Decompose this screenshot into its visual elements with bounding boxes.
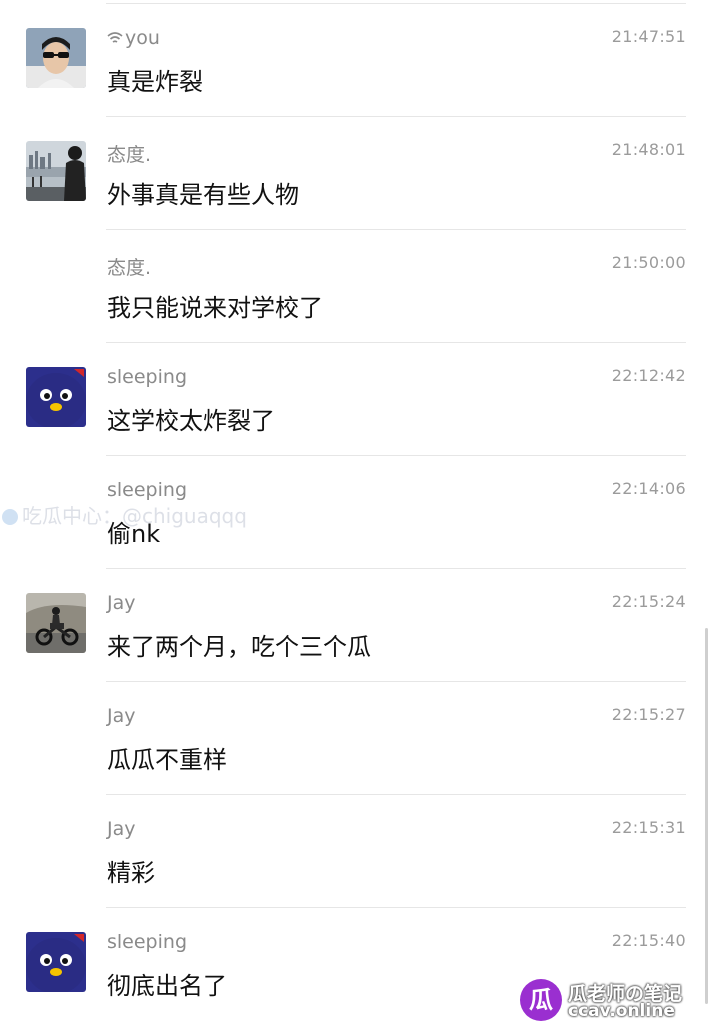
message-item[interactable]: sleeping 22:15:40 彻底出名了 <box>0 908 714 1021</box>
message-text: 来了两个月，吃个三个瓜 <box>107 633 371 661</box>
message-text: 这学校太炸裂了 <box>107 407 275 435</box>
message-time: 22:12:42 <box>611 366 686 385</box>
chat-message-list[interactable]: you 21:47:51 真是炸裂 态度. 21:48:01 外事真是有些人物 … <box>0 0 714 1024</box>
avatar[interactable] <box>26 593 86 653</box>
message-text: 我只能说来对学校了 <box>107 294 323 322</box>
avatar[interactable] <box>26 141 86 201</box>
message-time: 21:50:00 <box>611 253 686 272</box>
message-text: 偷nk <box>107 520 161 548</box>
message-text: 外事真是有些人物 <box>107 181 299 209</box>
message-text: 瓜瓜不重样 <box>107 746 227 774</box>
motorcycle-avatar-image <box>26 593 86 653</box>
sender-label: you <box>125 27 160 49</box>
message-text: 精彩 <box>107 859 155 887</box>
message-time: 22:15:24 <box>611 592 686 611</box>
message-item[interactable]: 态度. 21:50:00 我只能说来对学校了 <box>0 230 714 343</box>
message-item[interactable]: sleeping 22:14:06 偷nk <box>0 456 714 569</box>
message-time: 21:47:51 <box>611 27 686 46</box>
avatar[interactable] <box>26 367 86 427</box>
message-time: 22:15:31 <box>611 818 686 837</box>
message-text: 彻底出名了 <box>107 972 227 1000</box>
message-item[interactable]: Jay 22:15:27 瓜瓜不重样 <box>0 682 714 795</box>
city-avatar-image <box>26 141 86 201</box>
message-item[interactable]: sleeping 22:12:42 这学校太炸裂了 <box>0 343 714 456</box>
message-time: 21:48:01 <box>611 140 686 159</box>
message-item[interactable]: Jay 22:15:24 来了两个月，吃个三个瓜 <box>0 569 714 682</box>
penguin-avatar-image <box>26 932 86 992</box>
sender-name: Jay <box>107 592 136 614</box>
wifi-icon <box>107 32 123 43</box>
sender-name: sleeping <box>107 479 187 501</box>
message-text: 真是炸裂 <box>107 68 203 96</box>
sender-name: you <box>107 27 160 49</box>
message-time: 22:14:06 <box>611 479 686 498</box>
sender-name: Jay <box>107 818 136 840</box>
sender-name: sleeping <box>107 366 187 388</box>
selfie-avatar-image <box>26 28 86 88</box>
sender-name: Jay <box>107 705 136 727</box>
sender-name: 态度. <box>107 144 152 166</box>
avatar[interactable] <box>26 28 86 88</box>
message-time: 22:15:40 <box>611 931 686 950</box>
message-item[interactable]: 态度. 21:48:01 外事真是有些人物 <box>0 117 714 230</box>
message-time: 22:15:27 <box>611 705 686 724</box>
sender-name: 态度. <box>107 257 152 279</box>
avatar[interactable] <box>26 932 86 992</box>
message-item[interactable]: you 21:47:51 真是炸裂 <box>0 4 714 117</box>
message-item[interactable]: Jay 22:15:31 精彩 <box>0 795 714 908</box>
penguin-avatar-image <box>26 367 86 427</box>
scrollbar[interactable] <box>705 628 708 1004</box>
sender-name: sleeping <box>107 931 187 953</box>
